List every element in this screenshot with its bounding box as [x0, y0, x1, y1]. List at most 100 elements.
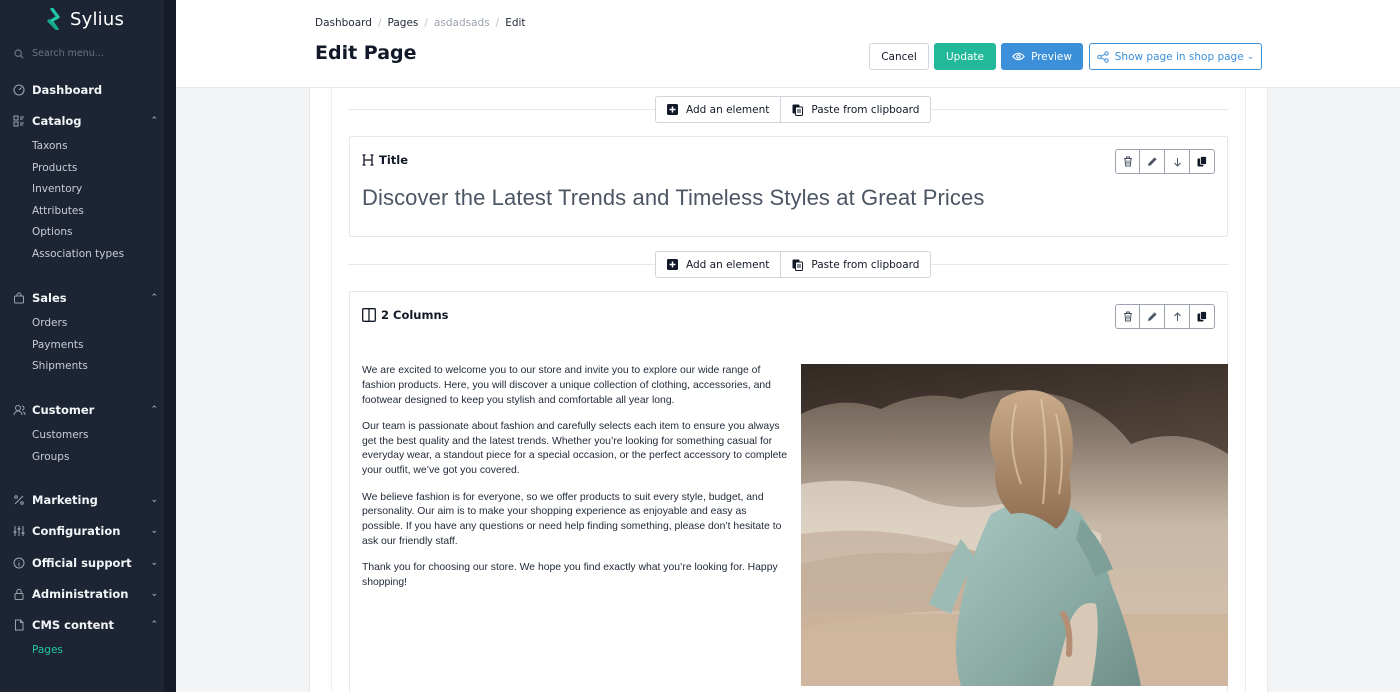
sidebar-item-association-types[interactable]: Association types — [32, 248, 124, 264]
sidebar-item-attributes[interactable]: Attributes — [32, 205, 84, 221]
trash-icon — [1123, 156, 1132, 167]
add-element-button[interactable]: Add an element — [655, 251, 782, 278]
logo[interactable]: Sylius — [46, 8, 124, 30]
add-element-row: Add an element Paste from clipboard — [348, 96, 1229, 124]
page-header: Dashboard / Pages / asdadsads / Edit Edi… — [176, 0, 1400, 88]
sidebar-item-label: Official support — [32, 556, 132, 570]
block-toolbar — [1115, 149, 1215, 174]
add-element-row: Add an element Paste from clipboard — [348, 251, 1229, 279]
arrow-down-icon — [1173, 157, 1181, 167]
pencil-icon — [1147, 312, 1157, 321]
sidebar-item-label: Catalog — [32, 114, 82, 128]
add-element-label: Add an element — [686, 258, 770, 271]
logo-text: Sylius — [70, 8, 125, 30]
sidebar-item-taxons[interactable]: Taxons — [32, 140, 68, 156]
breadcrumb-current-page[interactable]: asdadsads — [434, 17, 490, 29]
title-block[interactable]: Title Discover the Latest Trends and Tim… — [349, 136, 1228, 237]
paragraph: Our team is passionate about fashion and… — [362, 420, 788, 477]
add-element-group: Add an element Paste from clipboard — [655, 251, 932, 278]
sidebar-item-sales[interactable]: Sales ⌃ — [12, 289, 158, 307]
catalog-icon — [12, 115, 26, 127]
cancel-button-label: Cancel — [881, 50, 917, 63]
update-button[interactable]: Update — [934, 43, 996, 70]
chevron-up-icon: ⌃ — [150, 620, 158, 630]
sidebar-item-administration[interactable]: Administration ⌄ — [12, 585, 158, 603]
dashboard-icon — [12, 84, 26, 96]
copy-icon — [1197, 311, 1207, 322]
sidebar-item-customer[interactable]: Customer ⌃ — [12, 401, 158, 419]
sidebar-item-label: Administration — [32, 587, 129, 601]
show-in-shop-label: Show page in shop page — [1114, 50, 1244, 63]
sidebar-item-options[interactable]: Options — [32, 226, 73, 242]
paragraph: We believe fashion is for everyone, so w… — [362, 491, 782, 547]
sidebar-item-label: Dashboard — [32, 83, 103, 97]
block-label: 2 Columns — [362, 308, 449, 322]
add-element-button[interactable]: Add an element — [655, 96, 782, 123]
sidebar-item-official-support[interactable]: Official support ⌄ — [12, 554, 158, 572]
add-element-group: Add an element Paste from clipboard — [655, 96, 932, 123]
update-button-label: Update — [945, 50, 985, 63]
chevron-down-icon: ⌄ — [150, 589, 158, 599]
move-up-button[interactable] — [1165, 304, 1190, 329]
delete-button[interactable] — [1115, 149, 1140, 174]
edit-button[interactable] — [1140, 304, 1165, 329]
share-icon — [1097, 50, 1109, 63]
sidebar-item-groups[interactable]: Groups — [32, 451, 69, 467]
sidebar-item-catalog[interactable]: Catalog ⌃ — [12, 112, 158, 130]
delete-button[interactable] — [1115, 304, 1140, 329]
info-icon — [12, 557, 26, 569]
plus-square-icon — [667, 104, 678, 115]
paste-from-clipboard-button[interactable]: Paste from clipboard — [781, 251, 932, 278]
sidebar-item-customers[interactable]: Customers — [32, 429, 88, 445]
users-icon — [12, 404, 26, 416]
sidebar-item-cms-content[interactable]: CMS content ⌃ — [12, 616, 158, 634]
title-block-label: Title — [379, 153, 409, 167]
add-element-label: Add an element — [686, 103, 770, 116]
lock-icon — [12, 588, 26, 600]
sidebar-scrollbar[interactable] — [164, 0, 176, 692]
preview-button[interactable]: Preview — [1001, 43, 1083, 70]
sylius-logo-icon — [47, 8, 60, 30]
plus-square-icon — [667, 259, 678, 270]
sidebar-item-shipments[interactable]: Shipments — [32, 360, 88, 376]
sidebar-item-label: Sales — [32, 291, 67, 305]
page-title: Edit Page — [315, 42, 417, 64]
block-toolbar — [1115, 304, 1215, 329]
sidebar-item-marketing[interactable]: Marketing ⌄ — [12, 491, 158, 509]
cancel-button[interactable]: Cancel — [869, 43, 929, 70]
sidebar-item-dashboard[interactable]: Dashboard — [12, 81, 158, 99]
sidebar-item-orders[interactable]: Orders — [32, 317, 67, 333]
breadcrumb-separator: / — [495, 17, 500, 29]
sidebar-item-products[interactable]: Products — [32, 162, 77, 178]
paragraph: We are excited to welcome you to our sto… — [362, 365, 771, 406]
sidebar-item-label: Marketing — [32, 493, 98, 507]
title-block-text: Discover the Latest Trends and Timeless … — [362, 185, 985, 210]
edit-button[interactable] — [1140, 149, 1165, 174]
sidebar-item-pages[interactable]: Pages — [32, 644, 63, 660]
move-down-button[interactable] — [1165, 149, 1190, 174]
breadcrumb-separator: / — [424, 17, 428, 29]
chevron-down-icon: ⌄ — [150, 558, 158, 568]
copy-button[interactable] — [1190, 149, 1215, 174]
clipboard-icon — [792, 259, 804, 271]
arrow-up-icon — [1173, 311, 1181, 321]
sidebar: Sylius Dashboard Catalog ⌃ Taxons Produc… — [0, 0, 176, 692]
heading-icon — [362, 154, 374, 166]
chevron-up-icon: ⌃ — [150, 405, 158, 415]
paste-label: Paste from clipboard — [811, 258, 920, 271]
sidebar-item-configuration[interactable]: Configuration ⌄ — [12, 522, 158, 540]
clipboard-icon — [792, 104, 804, 116]
sidebar-item-payments[interactable]: Payments — [32, 339, 83, 355]
breadcrumb-pages[interactable]: Pages — [388, 17, 419, 29]
show-in-shop-dropdown[interactable]: Show page in shop page ⌄ — [1089, 43, 1262, 70]
two-columns-block[interactable]: 2 Columns We are excited to welcome you … — [349, 291, 1228, 692]
breadcrumb-dashboard[interactable]: Dashboard — [315, 17, 372, 29]
copy-button[interactable] — [1190, 304, 1215, 329]
sidebar-item-inventory[interactable]: Inventory — [32, 183, 82, 199]
column-image — [801, 364, 1228, 686]
sidebar-search[interactable] — [14, 48, 152, 59]
paste-label: Paste from clipboard — [811, 103, 920, 116]
search-input[interactable] — [32, 48, 152, 59]
beach-photo-image — [801, 364, 1228, 686]
paste-from-clipboard-button[interactable]: Paste from clipboard — [781, 96, 932, 123]
